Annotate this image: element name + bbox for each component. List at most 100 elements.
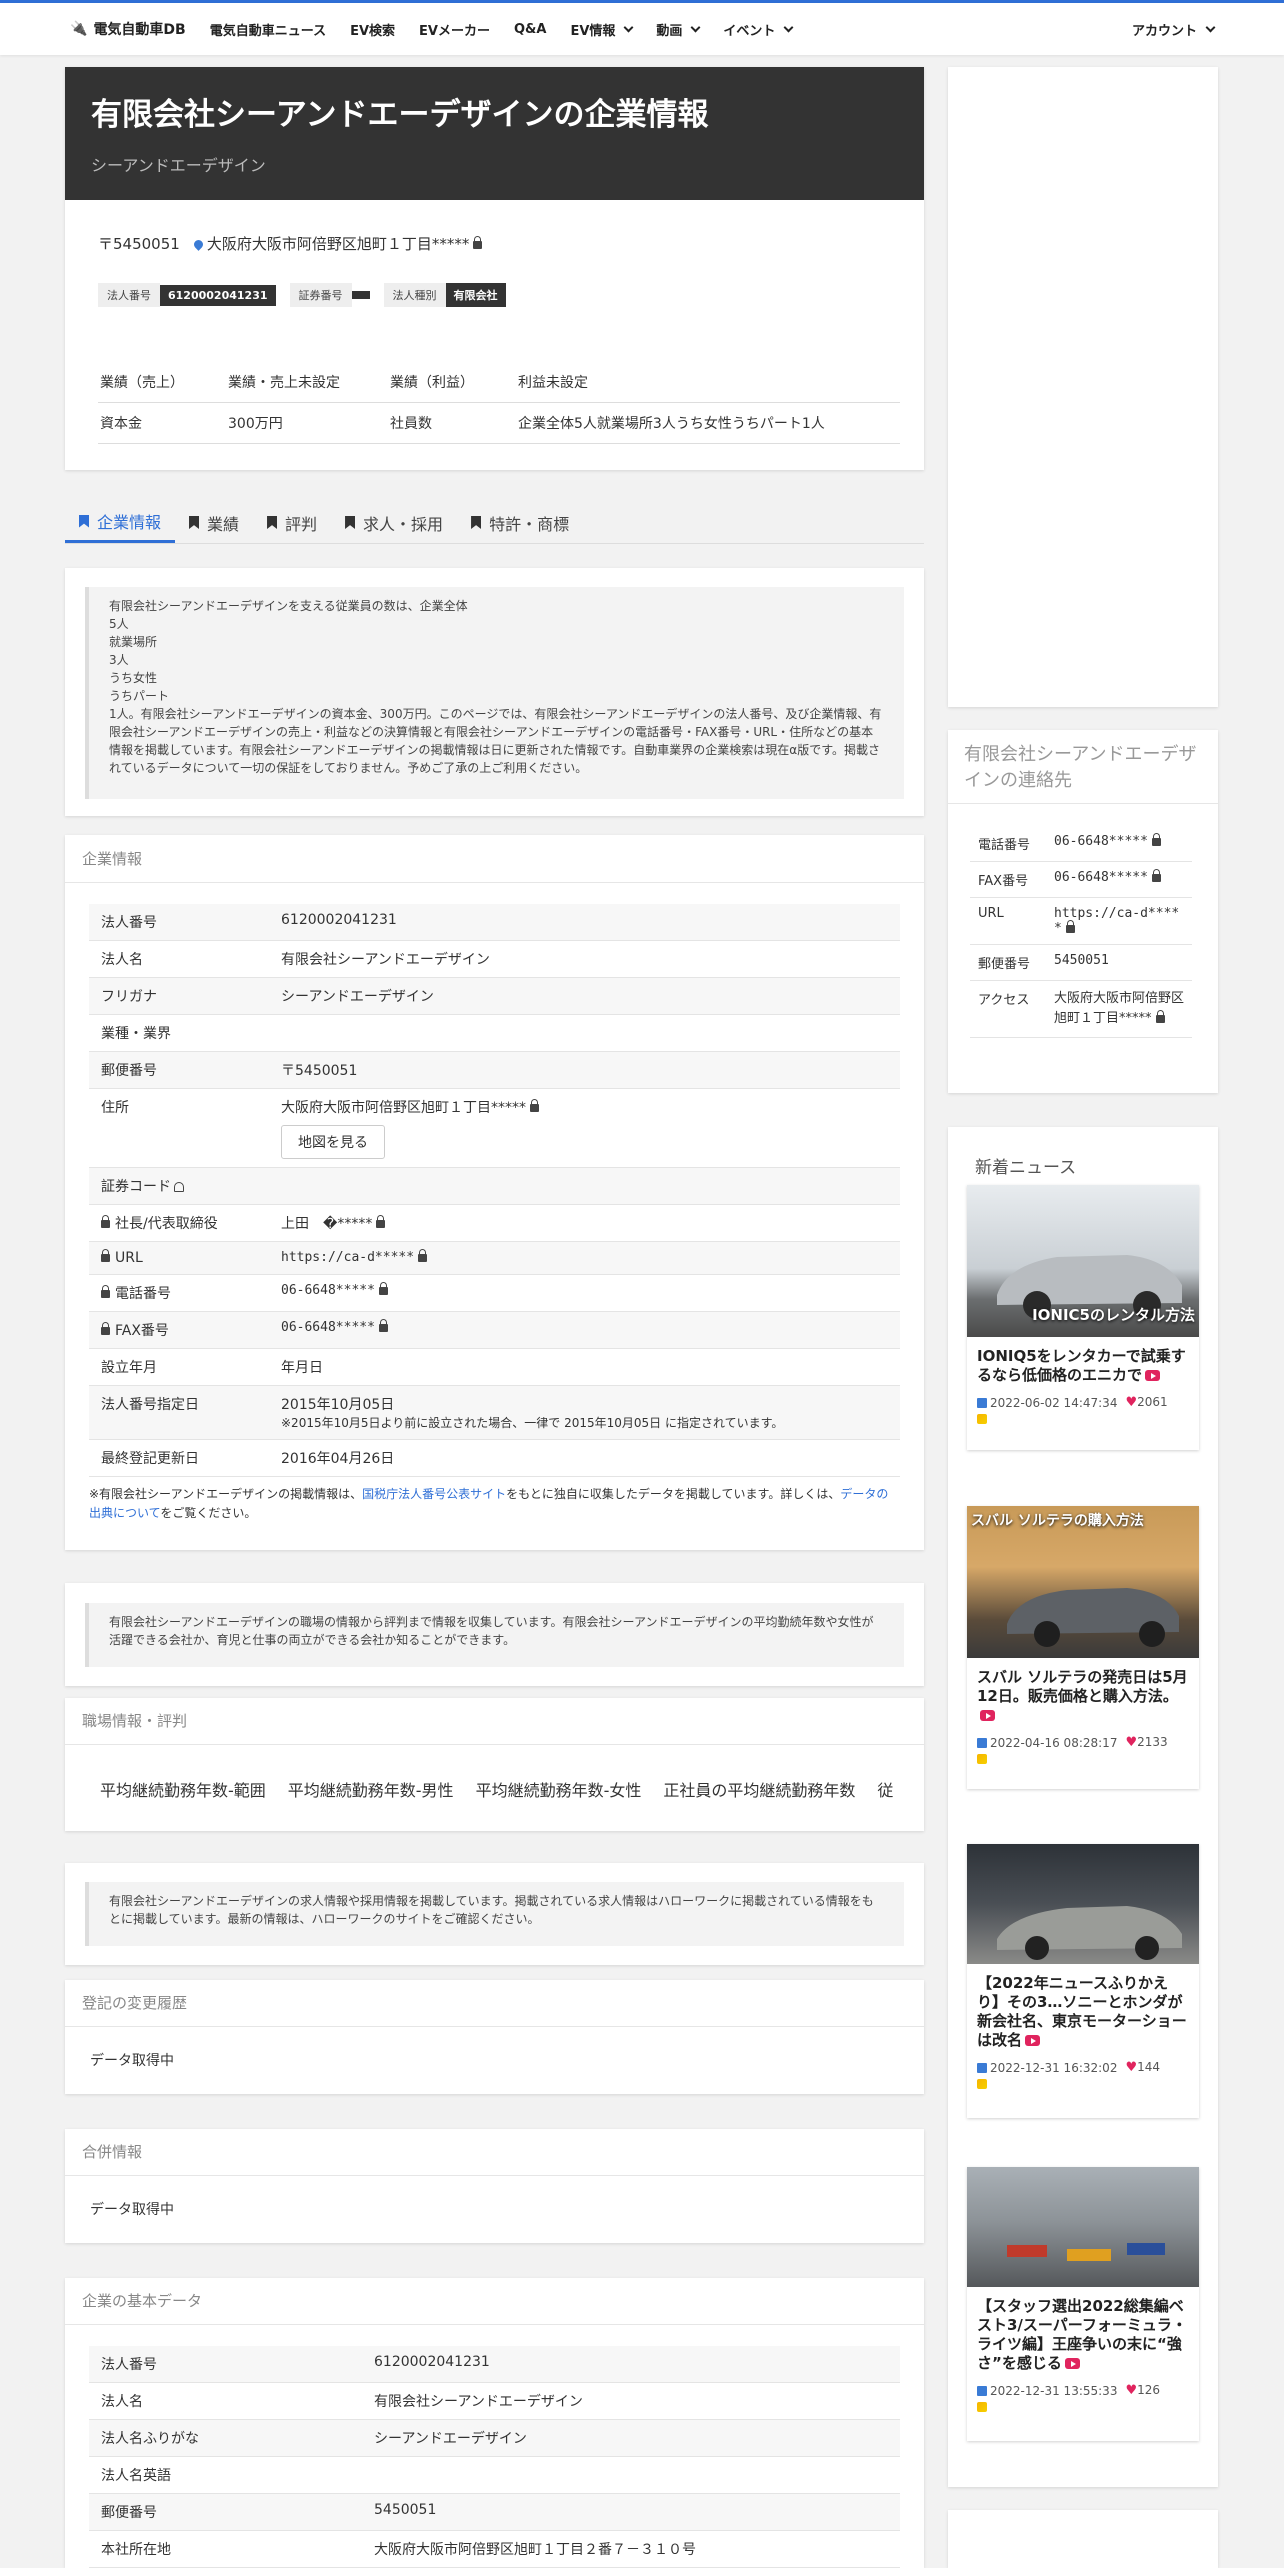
nav-video-dropdown[interactable]: 動画 <box>656 20 701 39</box>
lock-icon <box>473 235 483 249</box>
tab-reputation[interactable]: 評判 <box>253 502 331 543</box>
chevron-down-icon <box>783 22 794 32</box>
youtube-icon <box>1064 2358 1080 2369</box>
chevron-down-icon <box>690 22 701 32</box>
youtube-icon <box>1145 1370 1161 1381</box>
nta-link[interactable]: 国税庁法人番号公表サイト <box>362 1487 506 1501</box>
heart-icon: ♥ <box>1125 1735 1138 1750</box>
news-card[interactable]: 【スタッフ選出2022総集編ベスト3/スーパーフォーミュラ・ライツ編】王座争いの… <box>967 2167 1199 2441</box>
heart-icon: ♥ <box>1125 2060 1138 2075</box>
tab-patent[interactable]: 特許・商標 <box>457 502 583 543</box>
heart-icon: ♥ <box>1125 1395 1138 1410</box>
badge-label: 法人番号 <box>98 283 160 307</box>
table-row: 社長/代表取締役 上田 �***** <box>89 1204 900 1242</box>
bookmark-icon <box>267 516 278 529</box>
view-map-button[interactable]: 地図を見る <box>281 1125 385 1159</box>
section-title: 登記の変更履歴 <box>82 1994 188 2012</box>
table-row: 法人名英語 <box>89 2456 900 2494</box>
table-row: 住所 大阪府大阪市阿倍野区旭町１丁目***** 地図を見る <box>89 1088 900 1168</box>
news-heading: 新着ニュース <box>975 1158 1077 1178</box>
section-title: 職場情報・評判 <box>82 1712 188 1730</box>
lock-icon <box>530 1099 539 1112</box>
address-line: 〒5450051 大阪府大阪市阿倍野区旭町１丁目***** <box>98 233 483 254</box>
table-row: 法人名 有限会社シーアンドエーデザイン <box>89 940 900 978</box>
tab-bar: 企業情報 業績 評判 求人・採用 特許・商標 <box>65 502 924 544</box>
chevron-down-icon <box>623 22 634 32</box>
lock-icon <box>1151 832 1161 846</box>
table-row: FAX番号 06-6648***** <box>89 1311 900 1349</box>
lock-icon <box>376 1215 386 1228</box>
table-row: 法人名 有限会社シーアンドエーデザイン <box>89 2382 900 2420</box>
bookmark-icon <box>345 516 356 529</box>
table-row: 電話番号 06-6648***** <box>970 826 1192 862</box>
table-row: 法人番号指定日 2015年10月05日 ※2015年10月5日より前に設立された場合… <box>89 1385 900 1440</box>
workplace-table-header[interactable]: 平均継続勤務年数-範囲 平均継続勤務年数-男性 平均継続勤務年数-女性 正社員の… <box>100 1777 900 1801</box>
lock-icon <box>101 1285 110 1298</box>
merger-value: データ取得中 <box>90 2202 174 2218</box>
postal-code: 〒5450051 <box>98 235 180 253</box>
calendar-icon <box>977 2385 987 2396</box>
brand-logo[interactable]: 🔌 電気自動車DB <box>70 19 186 39</box>
lock-icon <box>101 1249 110 1262</box>
badge-label: 証券番号 <box>289 283 352 307</box>
nav-ev-search[interactable]: EV検索 <box>350 20 395 39</box>
table-row: 本社所在地 大阪府大阪市阿倍野区旭町１丁目２番７－３１０号 <box>89 2530 900 2568</box>
plug-icon: 🔌 <box>70 21 88 37</box>
rss-icon <box>977 1754 987 1764</box>
nav-ev-info-dropdown[interactable]: EV情報 <box>570 20 634 39</box>
badge-value <box>351 291 370 299</box>
news-card[interactable]: IONIC5のレンタル方法 IONIQ5をレンタカーで試乗するなら低価格のエニカ… <box>967 1185 1199 1450</box>
sidebar-card <box>948 2510 1218 2568</box>
table-row: 法人名ふりがな シーアンドエーデザイン <box>89 2419 900 2457</box>
lock-icon <box>378 1318 388 1332</box>
table-row: 電話番号 06-6648***** <box>89 1274 900 1312</box>
badge-label: 法人種別 <box>383 283 446 307</box>
tab-recruit[interactable]: 求人・採用 <box>331 502 457 543</box>
car-image <box>997 1906 1182 1960</box>
address-text: 大阪府大阪市阿倍野区旭町１丁目***** <box>206 235 470 253</box>
section-title: 企業情報 <box>82 850 143 868</box>
table-row: 法人番号 6120002041231 <box>89 2346 900 2383</box>
nav-event-dropdown[interactable]: イベント <box>723 20 794 39</box>
workplace-intro: 有限会社シーアンドエーデザインの職場の情報から評判まで情報を収集しています。有限… <box>85 1603 904 1667</box>
lock-icon <box>1155 1009 1165 1023</box>
lock-icon <box>418 1248 428 1262</box>
table-row: アクセス 大阪府大阪市阿倍野区旭町１丁目***** <box>970 980 1192 1038</box>
company-info-table: 法人番号 6120002041231 法人名 有限会社シーアンドエーデザイン フリガ… <box>89 904 900 1477</box>
table-row: 証券コード <box>89 1167 900 1205</box>
news-thumbnail <box>967 2167 1199 2287</box>
table-row: FAX番号 06-6648***** <box>970 861 1192 898</box>
rss-icon <box>977 2402 987 2412</box>
page-title: 有限会社シーアンドエーデザインの企業情報 <box>91 97 709 133</box>
tab-company-info[interactable]: 企業情報 <box>65 502 176 543</box>
map-pin-icon <box>191 238 205 251</box>
table-row: 最終登記更新日 2016年04月26日 <box>89 1439 900 1477</box>
recruit-intro: 有限会社シーアンドエーデザインの求人情報や採用情報を掲載しています。掲載されてい… <box>85 1882 904 1946</box>
badge-value: 有限会社 <box>445 283 506 307</box>
lock-icon <box>1151 868 1161 882</box>
news-card[interactable]: スバル ソルテラの購入方法 スバル ソルテラの発売日は5月12日。販売価格と購入… <box>967 1506 1199 1789</box>
race-image <box>1007 2243 1165 2261</box>
navbar: 🔌 電気自動車DB 電気自動車ニュース EV検索 EVメーカー Q&A EV情報 … <box>0 3 1284 55</box>
basic-data-table: 法人番号 6120002041231 法人名 有限会社シーアンドエーデザイン 法人名… <box>89 2346 900 2568</box>
badge-value: 6120002041231 <box>160 284 276 306</box>
contact-table: 電話番号 06-6648***** FAX番号 06-6648***** URL ht… <box>970 826 1192 1038</box>
contact-title: 有限会社シーアンドエーデザインの連絡先 <box>964 744 1197 791</box>
tab-performance[interactable]: 業績 <box>175 502 253 543</box>
nav-ev-maker[interactable]: EVメーカー <box>419 20 490 39</box>
nav-qa[interactable]: Q&A <box>514 22 546 37</box>
nav-news[interactable]: 電気自動車ニュース <box>210 20 326 39</box>
news-card[interactable]: 【2022年ニュースふりかえり】その3…ソニーとホンダが新会社名、東京モーターシ… <box>967 1844 1199 2118</box>
source-note: ※有限会社シーアンドエーデザインの掲載情報は、国税庁法人番号公表サイトをもとに独… <box>89 1487 889 1520</box>
account-dropdown[interactable]: アカウント <box>1132 3 1216 55</box>
rss-icon <box>977 2079 987 2089</box>
intro-quote: 有限会社シーアンドエーデザインを支える従業員の数は、企業全体 5人 就業場所 3… <box>85 587 904 799</box>
lock-icon <box>101 1322 110 1335</box>
table-row: 業績（売上） 業績・売上未設定 業績（利益） 利益未設定 <box>98 362 900 403</box>
registry-card <box>65 1980 924 2094</box>
news-thumbnail: スバル ソルテラの購入方法 <box>967 1506 1199 1658</box>
summary-table: 業績（売上） 業績・売上未設定 業績（利益） 利益未設定 資本金 300万円 社… <box>98 362 900 444</box>
youtube-icon <box>1025 2035 1041 2046</box>
table-row: URL https://ca-d***** <box>970 897 1192 945</box>
table-row: 設立年月 年月日 <box>89 1348 900 1386</box>
